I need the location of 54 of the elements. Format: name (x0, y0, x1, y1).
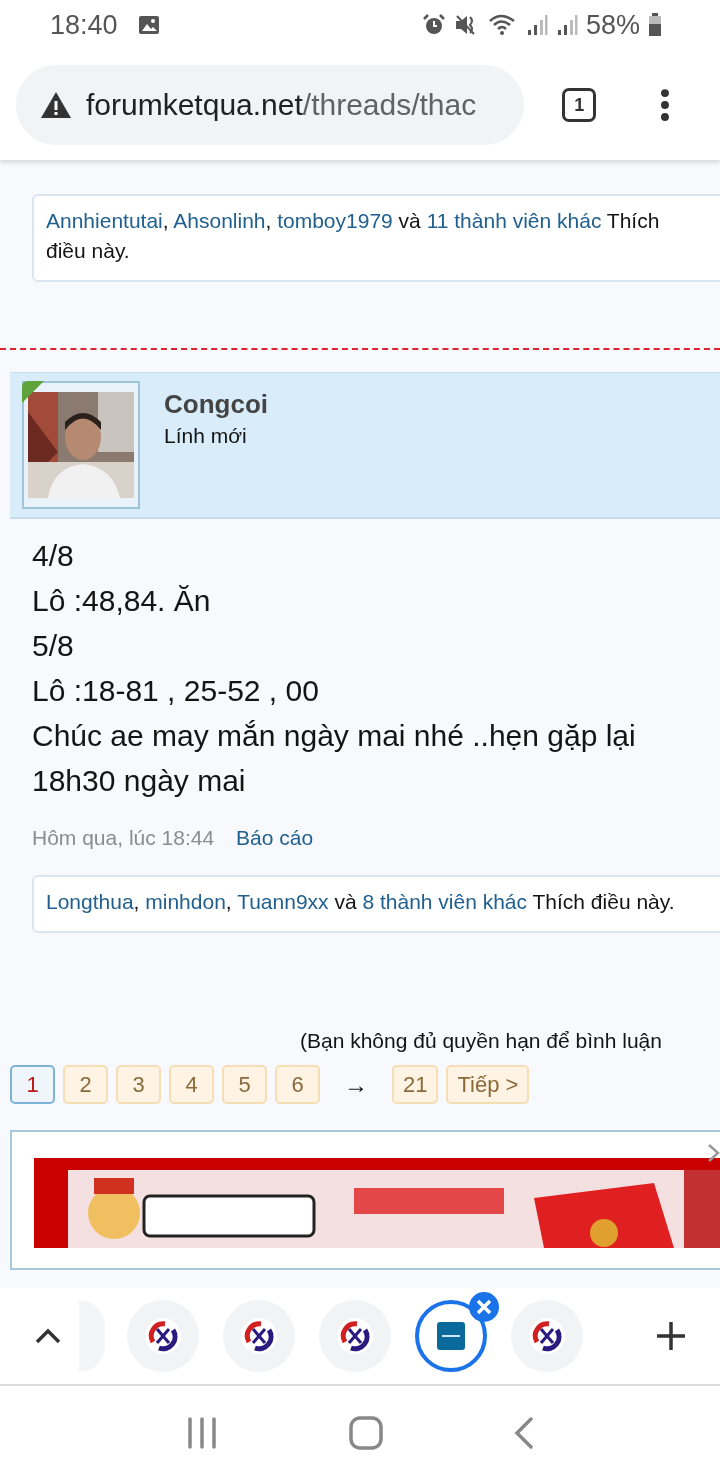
signal-icon (525, 14, 548, 36)
others-link[interactable]: 11 thành viên khác (426, 209, 602, 232)
image-icon (137, 15, 160, 35)
corner-flag-icon (22, 381, 44, 403)
page-button[interactable]: 4 (169, 1065, 214, 1104)
user-link[interactable]: minhdon (145, 890, 226, 913)
others-link[interactable]: 8 thành viên khác (362, 890, 528, 913)
page-button[interactable]: 21 (392, 1065, 439, 1104)
address-bar[interactable]: forumketqua.net/threads/thac (16, 65, 525, 145)
chevron-up-icon[interactable] (35, 1328, 61, 1344)
user-link[interactable]: tomboy1979 (277, 209, 393, 232)
user-link[interactable]: Longthua (46, 890, 134, 913)
home-icon[interactable] (349, 1416, 383, 1450)
site-logo-icon (143, 1316, 183, 1356)
post-text: 5/8 (32, 628, 75, 664)
site-logo-icon (527, 1316, 567, 1356)
user-link[interactable]: Tuann9xx (237, 890, 329, 913)
next-page-button[interactable]: Tiếp > (446, 1065, 530, 1104)
skip-arrow: → (344, 1070, 368, 1099)
menu-icon[interactable] (660, 88, 670, 122)
site-logo-icon (437, 1322, 465, 1350)
warning-icon (40, 91, 72, 119)
site-logo-icon (239, 1316, 279, 1356)
close-icon[interactable] (708, 1144, 720, 1162)
user-link[interactable]: Ahsonlinh (173, 209, 266, 232)
likes-text: Longthua, minhdon, Tuann9xx và 8 thành viên khác Thích điều này. (46, 889, 676, 915)
clock: 18:40 (50, 9, 118, 41)
page-button[interactable]: 1 (10, 1065, 55, 1104)
likes-text: Annhientutai, Ahsonlinh, tomboy1979 và 11 thành viên khác Thích điều này. (46, 208, 661, 264)
plus-icon[interactable] (656, 1321, 686, 1351)
battery-percent: 58% (585, 9, 640, 41)
signal-icon (555, 14, 578, 36)
battery-icon (648, 13, 662, 37)
page-button[interactable]: 2 (63, 1065, 108, 1104)
user-link[interactable]: Annhientutai (46, 209, 163, 232)
page-button[interactable]: 6 (275, 1065, 320, 1104)
user-role: Lính mới (164, 424, 248, 448)
report-link[interactable]: Báo cáo (236, 823, 314, 853)
url-text: forumketqua.net/threads/thac (86, 88, 477, 122)
post-text: 4/8 (32, 538, 75, 574)
post-text: Lô :18-81 , 25-52 , 00 (32, 673, 320, 709)
tab-count-button[interactable]: 1 (562, 88, 597, 122)
post-text: Lô :48,84. Ăn (32, 583, 212, 619)
alarm-icon (421, 13, 446, 37)
recent-apps-icon[interactable] (185, 1417, 218, 1449)
close-icon[interactable] (469, 1292, 499, 1322)
site-logo-icon (335, 1316, 375, 1356)
post-time: Hôm qua, lúc 18:44 (32, 825, 215, 851)
page-button[interactable]: 5 (222, 1065, 267, 1104)
page-button[interactable]: 3 (116, 1065, 161, 1104)
permission-note: (Bạn không đủ quyền hạn để bình luận (300, 1029, 663, 1053)
post-text: Chúc ae may mắn ngày mai nhé ..hẹn gặp lại 18h30 ngày mai (32, 718, 637, 799)
back-icon[interactable] (514, 1417, 535, 1449)
author-name[interactable]: Congcoi (164, 389, 268, 420)
